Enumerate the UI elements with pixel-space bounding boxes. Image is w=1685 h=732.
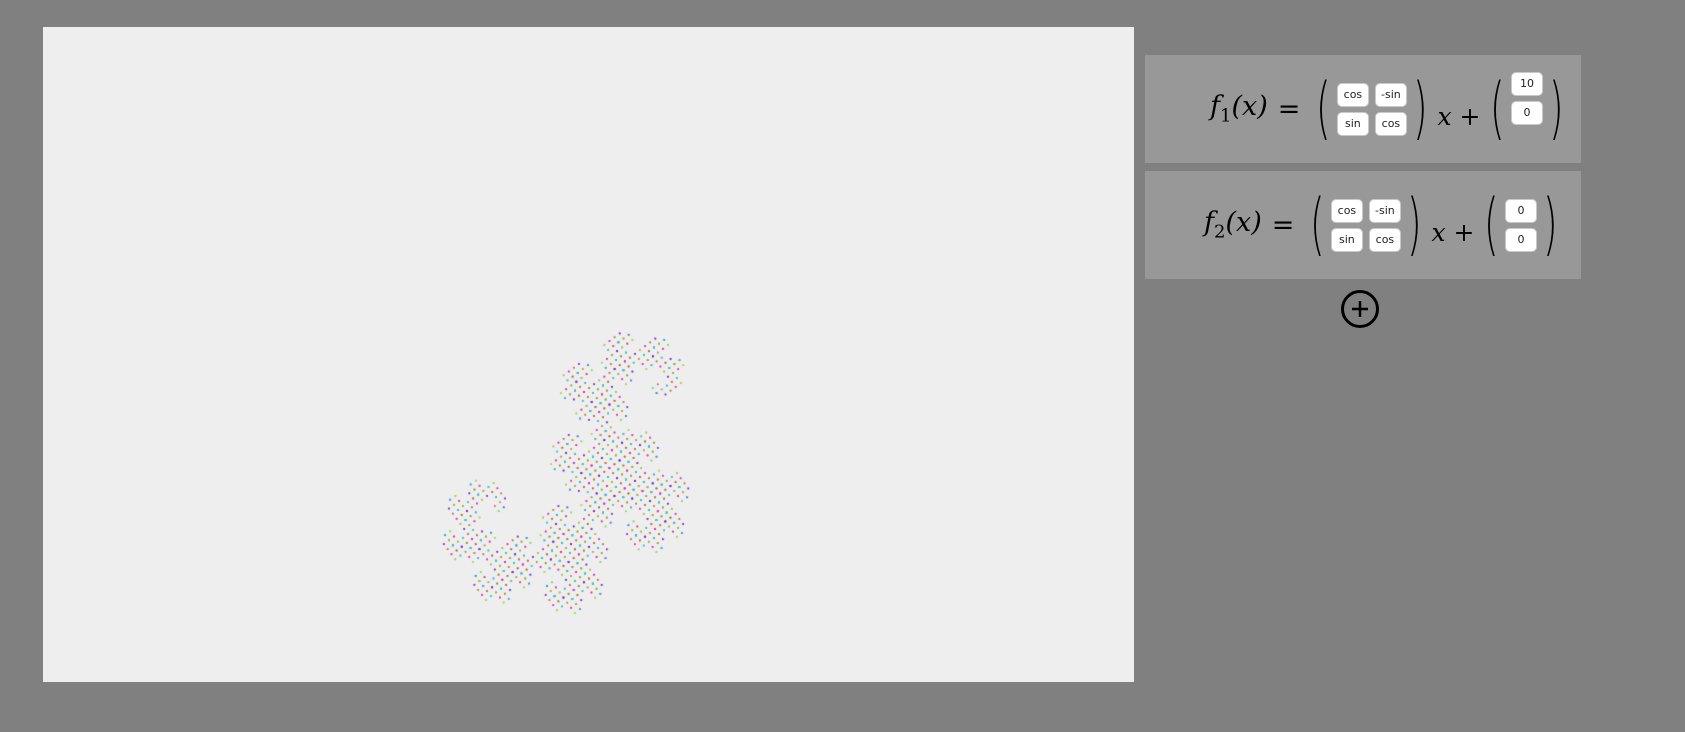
equals-sign: = <box>1271 209 1295 241</box>
plus-icon <box>1352 301 1368 317</box>
translation-vector <box>1510 71 1543 125</box>
vector-cell-x[interactable] <box>1504 198 1537 223</box>
matrix-cell-a[interactable] <box>1330 198 1363 223</box>
transform-equation-2: f2(x) = ( ) x + ( ) <box>1204 171 1564 279</box>
add-transform-button[interactable] <box>1341 290 1379 328</box>
rotation-matrix <box>1336 82 1407 136</box>
right-paren: ) <box>1542 185 1558 264</box>
right-paren: ) <box>1406 185 1422 264</box>
vector-cell-y[interactable] <box>1510 100 1543 125</box>
matrix-cell-b[interactable] <box>1374 82 1407 107</box>
matrix-cell-a[interactable] <box>1336 82 1369 107</box>
right-paren: ) <box>1548 69 1564 148</box>
right-paren: ) <box>1412 69 1428 148</box>
function-label: f2(x) <box>1204 207 1262 243</box>
left-paren: ( <box>1316 69 1331 148</box>
function-label: f1(x) <box>1210 91 1268 127</box>
matrix-cell-d[interactable] <box>1374 111 1407 136</box>
matrix-cell-b[interactable] <box>1368 198 1401 223</box>
left-paren: ( <box>1310 185 1325 264</box>
matrix-cell-c[interactable] <box>1330 227 1363 252</box>
equals-sign: = <box>1277 93 1301 125</box>
x-plus: x + <box>1437 101 1481 131</box>
matrix-cell-d[interactable] <box>1368 227 1401 252</box>
translation-vector <box>1504 198 1537 252</box>
rotation-matrix <box>1330 198 1401 252</box>
fractal-canvas-area[interactable] <box>43 27 1134 682</box>
fractal-canvas[interactable] <box>43 27 1134 682</box>
transform-panel-2: f2(x) = ( ) x + ( ) <box>1145 171 1581 279</box>
left-paren: ( <box>1484 185 1500 264</box>
transform-panel-1: f1(x) = ( ) x + ( ) <box>1145 55 1581 163</box>
transform-equation-1: f1(x) = ( ) x + ( ) <box>1210 55 1570 163</box>
left-paren: ( <box>1490 69 1506 148</box>
vector-cell-x[interactable] <box>1510 71 1543 96</box>
x-plus: x + <box>1431 217 1475 247</box>
matrix-cell-c[interactable] <box>1336 111 1369 136</box>
vector-cell-y[interactable] <box>1504 227 1537 252</box>
